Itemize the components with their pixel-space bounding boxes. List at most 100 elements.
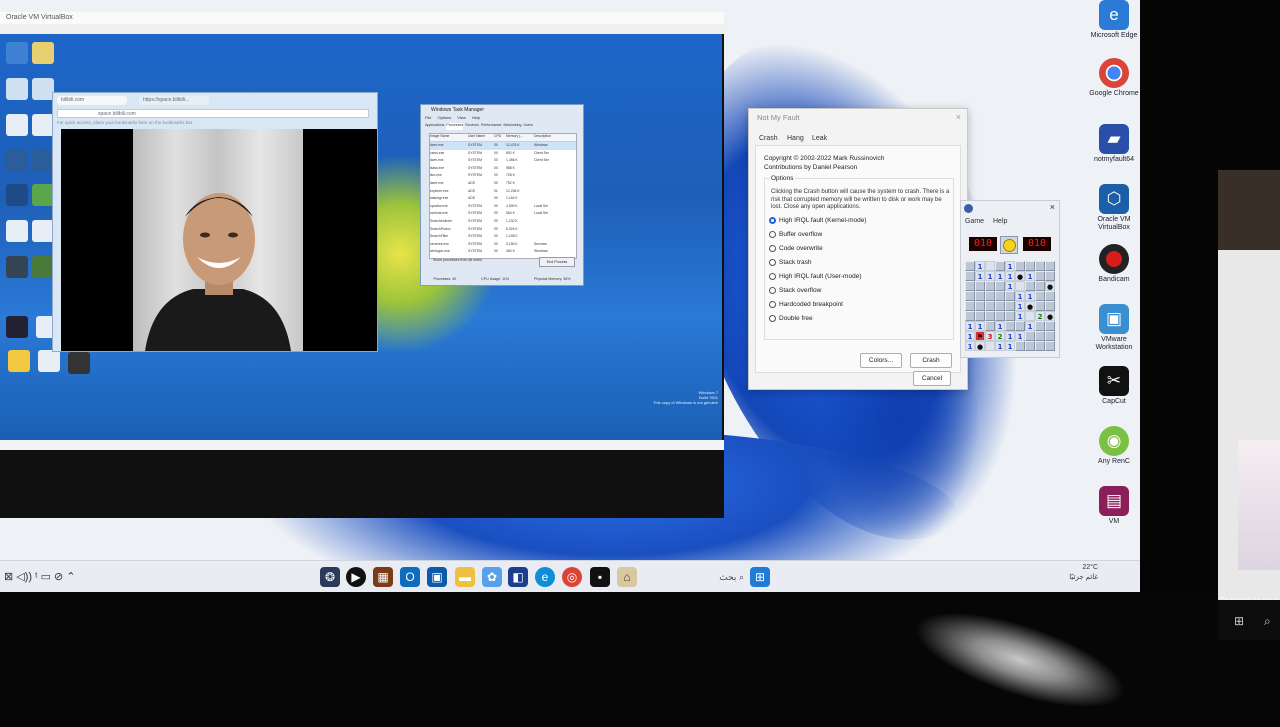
table-row[interactable]: dwm.exe ADS 00 752 K bbox=[430, 180, 576, 188]
desktop-icon-bandicam[interactable]: Bandicam bbox=[1084, 244, 1140, 302]
mine-cell[interactable] bbox=[1035, 341, 1045, 351]
mine-cell[interactable] bbox=[1045, 321, 1055, 331]
table-row[interactable]: explorer.exe ADS 01 12,236 K bbox=[430, 188, 576, 196]
mine-cell[interactable]: 1 bbox=[1025, 321, 1035, 331]
table-row[interactable]: services.exe SYSTEM 00 3,156 K Services bbox=[430, 241, 576, 249]
mine-cell[interactable] bbox=[1025, 311, 1035, 321]
mine-cell[interactable] bbox=[965, 311, 975, 321]
desktop-icon-capcut[interactable]: ✂ CapCut bbox=[1084, 366, 1140, 424]
app-icon[interactable]: ⌂ bbox=[617, 567, 637, 587]
guest-desktop-icon[interactable] bbox=[38, 350, 60, 372]
app-icon[interactable]: ▦ bbox=[373, 567, 393, 587]
guest-desktop-icon[interactable] bbox=[32, 150, 54, 172]
task-manager-window[interactable]: Windows Task Manager File Options View H… bbox=[420, 104, 584, 286]
menu-help[interactable]: Help bbox=[472, 115, 480, 121]
option-code-overwrite[interactable]: Code overwrite bbox=[769, 245, 823, 252]
table-row[interactable]: csrss.exe SYSTEM 00 892 K Client Ser bbox=[430, 150, 576, 158]
mine-cell[interactable] bbox=[1005, 321, 1015, 331]
mine-cell[interactable] bbox=[965, 271, 975, 281]
table-row[interactable]: lsass.exe SYSTEM 00 988 K bbox=[430, 165, 576, 173]
browser-tab[interactable]: https://space.bilibili... bbox=[139, 96, 209, 105]
mine-cell[interactable] bbox=[1035, 331, 1045, 341]
mine-icon[interactable]: ● bbox=[1025, 301, 1035, 311]
mine-icon[interactable]: ● bbox=[1045, 311, 1055, 321]
radio-button[interactable] bbox=[769, 287, 776, 294]
guest-desktop-icon[interactable] bbox=[32, 256, 54, 278]
mine-cell[interactable] bbox=[985, 311, 995, 321]
mine-cell[interactable] bbox=[1035, 321, 1045, 331]
mine-cell[interactable] bbox=[1035, 291, 1045, 301]
mine-cell[interactable] bbox=[965, 261, 975, 271]
radio-button[interactable] bbox=[769, 301, 776, 308]
tab-leak[interactable]: Leak bbox=[812, 135, 827, 142]
mine-cell[interactable]: 1 bbox=[1005, 271, 1015, 281]
menu-file[interactable]: File bbox=[425, 115, 431, 121]
mine-cell[interactable] bbox=[1045, 341, 1055, 351]
outlook-icon[interactable]: O bbox=[400, 567, 420, 587]
table-row[interactable]: winlogon.exe SYSTEM 00 360 K Windows bbox=[430, 248, 576, 256]
option-stack-trash[interactable]: Stack trash bbox=[769, 259, 812, 266]
store-icon[interactable]: ▣ bbox=[427, 567, 447, 587]
mine-cell[interactable]: 1 bbox=[1015, 311, 1025, 321]
mine-cell[interactable]: 1 bbox=[1015, 301, 1025, 311]
mine-cell[interactable] bbox=[965, 291, 975, 301]
guest-desktop-icon[interactable] bbox=[32, 42, 54, 64]
tab-users[interactable]: Users bbox=[524, 123, 533, 130]
mine-cell[interactable]: 2 bbox=[995, 331, 1005, 341]
desktop-icon-edge[interactable]: e Microsoft Edge bbox=[1084, 0, 1140, 58]
menu-help[interactable]: Help bbox=[993, 218, 1007, 225]
guest-desktop-icon[interactable] bbox=[68, 352, 90, 374]
mine-icon[interactable]: ● bbox=[975, 341, 985, 351]
desktop-icon-vmware[interactable]: ▣ VMware Workstation bbox=[1084, 304, 1140, 362]
desktop-icon-chrome[interactable]: Google Chrome bbox=[1084, 58, 1140, 116]
option-stack-overflow[interactable]: Stack overflow bbox=[769, 287, 821, 294]
mine-cell[interactable] bbox=[1035, 281, 1045, 291]
mine-cell[interactable] bbox=[1005, 311, 1015, 321]
mine-cell[interactable]: 1 bbox=[985, 271, 995, 281]
option-high-irql-user[interactable]: High IRQL fault (User-mode) bbox=[769, 273, 861, 280]
mine-cell[interactable]: 1 bbox=[1015, 291, 1025, 301]
mine-cell[interactable]: 1 bbox=[1025, 291, 1035, 301]
mine-cell[interactable] bbox=[985, 321, 995, 331]
mine-cell[interactable] bbox=[975, 291, 985, 301]
mine-cell[interactable] bbox=[1035, 271, 1045, 281]
tab-crash[interactable]: Crash bbox=[759, 135, 778, 142]
mine-cell[interactable] bbox=[995, 291, 1005, 301]
notmyfault-window[interactable]: Not My Fault × Crash Hang Leak Copyright… bbox=[748, 108, 968, 390]
file-explorer-icon[interactable]: ▬ bbox=[455, 567, 475, 587]
mine-cell[interactable] bbox=[995, 261, 1005, 271]
table-row[interactable]: SearchIndexer SYSTEM 00 1,232 K bbox=[430, 218, 576, 226]
mine-cell[interactable] bbox=[1015, 321, 1025, 331]
terminal-icon[interactable]: ▪ bbox=[590, 567, 610, 587]
mine-cell[interactable] bbox=[1005, 301, 1015, 311]
mine-cell[interactable] bbox=[975, 311, 985, 321]
mine-cell[interactable]: 1 bbox=[995, 321, 1005, 331]
mine-cell[interactable] bbox=[985, 261, 995, 271]
mine-cell[interactable] bbox=[1045, 331, 1055, 341]
mine-cell[interactable] bbox=[1035, 261, 1045, 271]
mine-cell[interactable]: 1 bbox=[1005, 261, 1015, 271]
radio-button[interactable] bbox=[769, 231, 776, 238]
guest-desktop-icon[interactable] bbox=[6, 150, 28, 172]
radio-button[interactable] bbox=[769, 259, 776, 266]
table-row[interactable]: dwm.exe SYSTEM 00 1,456 K Client Ser bbox=[430, 157, 576, 165]
guest-desktop-icon[interactable] bbox=[6, 114, 28, 136]
option-double-free[interactable]: Double free bbox=[769, 315, 813, 322]
desktop-icon-anyrenc[interactable]: ◉ Any RenC bbox=[1084, 426, 1140, 484]
photos-icon[interactable]: ✿ bbox=[482, 567, 502, 587]
column-header[interactable]: Memory (... bbox=[506, 134, 534, 141]
colors-button[interactable]: Colors... bbox=[860, 353, 902, 368]
guest-desktop-icon[interactable] bbox=[32, 78, 54, 100]
mine-cell[interactable]: 1 bbox=[1005, 281, 1015, 291]
close-icon[interactable]: × bbox=[1050, 202, 1055, 212]
guest-desktop-icon[interactable] bbox=[6, 220, 28, 242]
mine-grid[interactable]: 1 1 1 1 1 1 ● 1 1 ● 1 1 1 ● 1 2 ● 1 1 1 1 1 ⚑ 3 2 1 1 1 ● 1 1 bbox=[965, 261, 1055, 351]
mine-cell[interactable] bbox=[985, 301, 995, 311]
guest-desktop-icon[interactable] bbox=[8, 350, 30, 372]
mine-cell[interactable]: 1 bbox=[1005, 331, 1015, 341]
desktop-icon-winrar[interactable]: ▤ VM bbox=[1084, 486, 1140, 544]
radio-button[interactable] bbox=[769, 315, 776, 322]
process-table[interactable]: Image Name User Name CPU Memory (... Descrip… bbox=[429, 133, 577, 259]
mine-cell[interactable] bbox=[1025, 341, 1035, 351]
mine-cell[interactable] bbox=[995, 281, 1005, 291]
